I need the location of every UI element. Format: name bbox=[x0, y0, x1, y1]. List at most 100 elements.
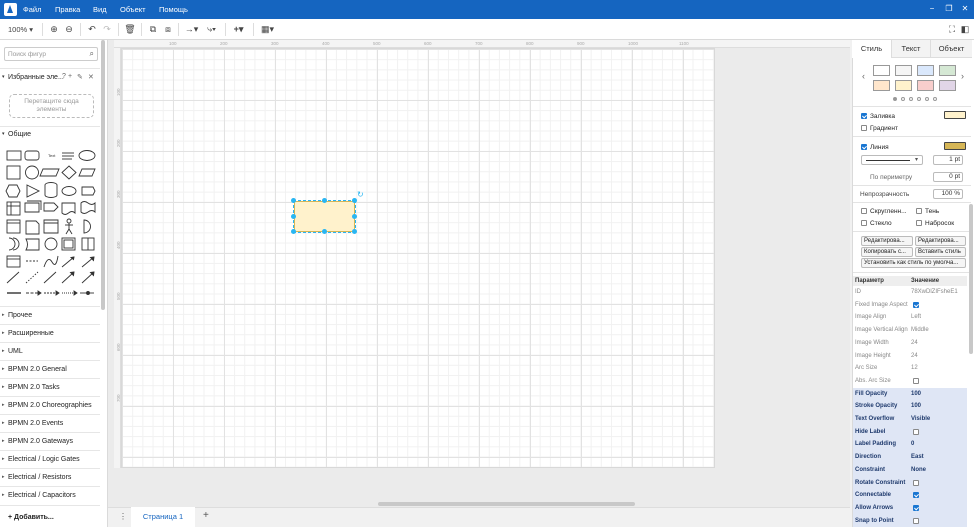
property-checkbox[interactable] bbox=[913, 517, 919, 524]
menu-object[interactable]: Объект bbox=[120, 5, 146, 14]
property-row-fixed-image-aspect[interactable]: Fixed Image Aspect bbox=[853, 299, 967, 312]
edit-style-button[interactable]: Редактирова... bbox=[861, 236, 913, 246]
style-swatch[interactable] bbox=[873, 65, 890, 76]
format-panel-scrollbar[interactable] bbox=[969, 204, 973, 354]
maximize-icon[interactable]: ❐ bbox=[943, 4, 955, 13]
line-color-button[interactable] bbox=[944, 142, 966, 150]
page-tab-1[interactable]: Страница 1 bbox=[131, 507, 195, 527]
property-checkbox[interactable] bbox=[913, 428, 919, 435]
close-icon[interactable]: ✕ bbox=[959, 4, 971, 13]
property-row-text-overflow[interactable]: Text Overflow Visible bbox=[853, 413, 967, 426]
property-value[interactable]: 100 bbox=[911, 391, 921, 397]
fullscreen-icon[interactable]: ⛶ bbox=[946, 23, 958, 36]
property-row-stroke-opacity[interactable]: Stroke Opacity 100 bbox=[853, 400, 967, 414]
property-row-direction[interactable]: Direction East bbox=[853, 451, 967, 464]
property-row-image-width[interactable]: Image Width 24 bbox=[853, 337, 967, 350]
style-swatch[interactable] bbox=[939, 80, 956, 91]
page-dot[interactable] bbox=[925, 97, 929, 101]
line-width-input[interactable]: 1 pt bbox=[933, 155, 963, 165]
resize-handle-s[interactable] bbox=[322, 229, 327, 234]
format-panel-icon[interactable]: ◧ bbox=[959, 23, 971, 36]
edit-icon[interactable]: ✎ bbox=[77, 73, 83, 81]
resize-handle-w[interactable] bbox=[291, 214, 296, 219]
property-row-constraint[interactable]: Constraint None bbox=[853, 463, 967, 477]
property-value[interactable]: Visible bbox=[911, 416, 930, 422]
style-swatch[interactable] bbox=[895, 80, 912, 91]
property-checkbox[interactable] bbox=[913, 504, 919, 511]
style-swatch[interactable] bbox=[917, 80, 934, 91]
property-row-arc-size[interactable]: Arc Size 12 bbox=[853, 362, 967, 375]
shape-section-3[interactable]: ▸ BPMN 2.0 General bbox=[0, 360, 100, 378]
search-shapes-input[interactable]: Поиск фигур ⌕ bbox=[4, 47, 98, 61]
property-value[interactable]: 78XwDlZIFsheE1 bbox=[911, 289, 958, 295]
line-style-select[interactable]: ▾ bbox=[861, 155, 923, 165]
property-value[interactable]: 24 bbox=[911, 353, 918, 359]
property-row-snap-to-point[interactable]: Snap to Point bbox=[853, 514, 967, 527]
add-icon[interactable]: + bbox=[68, 73, 72, 80]
shape-section-6[interactable]: ▸ BPMN 2.0 Events bbox=[0, 414, 100, 432]
help-icon[interactable]: ? bbox=[62, 73, 66, 80]
property-value[interactable]: 24 bbox=[911, 340, 918, 346]
delete-icon[interactable]: 🗑 bbox=[124, 23, 136, 36]
opacity-input[interactable]: 100 % bbox=[933, 189, 963, 199]
style-swatch[interactable] bbox=[939, 65, 956, 76]
fill-checkbox[interactable] bbox=[861, 113, 867, 119]
collapse-icon[interactable]: ▾ bbox=[2, 74, 5, 80]
property-row-fill-opacity[interactable]: Fill Opacity 100 bbox=[853, 387, 967, 401]
property-row-hide-label[interactable]: Hide Label bbox=[853, 425, 967, 439]
style-swatch[interactable] bbox=[895, 65, 912, 76]
style-swatch[interactable] bbox=[917, 65, 934, 76]
page-dot[interactable] bbox=[909, 97, 913, 101]
property-row-allow-arrows[interactable]: Allow Arrows bbox=[853, 501, 967, 515]
zoom-out-icon[interactable]: ⊖ bbox=[63, 23, 75, 36]
chevron-right-icon[interactable]: › bbox=[961, 71, 964, 81]
resize-handle-n[interactable] bbox=[322, 198, 327, 203]
copy-style-button[interactable]: Копировать с... bbox=[861, 247, 913, 257]
add-more-shapes-button[interactable]: + Добавить... bbox=[8, 514, 54, 521]
property-checkbox[interactable] bbox=[913, 479, 919, 486]
favorites-dropzone[interactable]: Перетащите сюда элементы bbox=[9, 94, 94, 118]
menu-file[interactable]: Файл bbox=[23, 5, 41, 14]
tab-text[interactable]: Текст bbox=[891, 40, 930, 58]
zoom-select[interactable]: 100% ▾ bbox=[8, 23, 36, 36]
add-page-icon[interactable]: + bbox=[203, 510, 209, 521]
property-checkbox[interactable] bbox=[913, 492, 919, 499]
property-row-image-height[interactable]: Image Height 24 bbox=[853, 350, 967, 363]
shape-section-10[interactable]: ▸ Electrical / Capacitors bbox=[0, 486, 100, 504]
resize-handle-sw[interactable] bbox=[291, 229, 296, 234]
paste-style-button[interactable]: Вставить стиль bbox=[915, 247, 966, 257]
property-row-label-padding[interactable]: Label Padding 0 bbox=[853, 438, 967, 452]
property-row-rotate-constraint[interactable]: Rotate Constraint bbox=[853, 476, 967, 490]
shape-section-7[interactable]: ▸ BPMN 2.0 Gateways bbox=[0, 432, 100, 450]
style-swatch[interactable] bbox=[873, 80, 890, 91]
property-row-abs-arc-size[interactable]: Abs. Arc Size bbox=[853, 375, 967, 388]
perimeter-input[interactable]: 0 pt bbox=[933, 172, 963, 182]
property-value[interactable]: 100 bbox=[911, 403, 921, 409]
resize-handle-se[interactable] bbox=[352, 229, 357, 234]
favorites-title[interactable]: Избранные эле... bbox=[8, 74, 64, 81]
shape-section-5[interactable]: ▸ BPMN 2.0 Choreographies bbox=[0, 396, 100, 414]
left-scrollbar[interactable] bbox=[101, 40, 105, 310]
shape-section-8[interactable]: ▸ Electrical / Logic Gates bbox=[0, 450, 100, 468]
waypoints-icon[interactable]: ⤷▾ bbox=[203, 23, 220, 36]
shadow-checkbox[interactable] bbox=[916, 208, 922, 214]
search-icon[interactable]: ⌕ bbox=[90, 49, 94, 59]
fill-color-button[interactable] bbox=[944, 111, 966, 119]
shape-section-1[interactable]: ▸ Расширенные bbox=[0, 324, 100, 342]
property-row-connectable[interactable]: Connectable bbox=[853, 489, 967, 502]
pages-menu-icon[interactable]: ⋮ bbox=[119, 512, 127, 521]
shape-section-9[interactable]: ▸ Electrical / Resistors bbox=[0, 468, 100, 486]
property-checkbox[interactable] bbox=[913, 377, 919, 384]
property-value[interactable]: 12 bbox=[911, 365, 918, 371]
undo-icon[interactable]: ↶ bbox=[86, 23, 98, 36]
property-checkbox[interactable] bbox=[913, 301, 919, 308]
general-section-title[interactable]: Общие bbox=[8, 131, 31, 138]
set-default-style-button[interactable]: Установить как стиль по умолча... bbox=[861, 258, 966, 268]
menu-help[interactable]: Помощь bbox=[159, 5, 188, 14]
property-row-id[interactable]: ID 78XwDlZIFsheE1 bbox=[853, 286, 967, 299]
menu-view[interactable]: Вид bbox=[93, 5, 107, 14]
to-front-icon[interactable]: ⧉ bbox=[147, 23, 159, 36]
page-dot[interactable] bbox=[917, 97, 921, 101]
property-value[interactable]: Middle bbox=[911, 327, 929, 333]
resize-handle-e[interactable] bbox=[352, 214, 357, 219]
